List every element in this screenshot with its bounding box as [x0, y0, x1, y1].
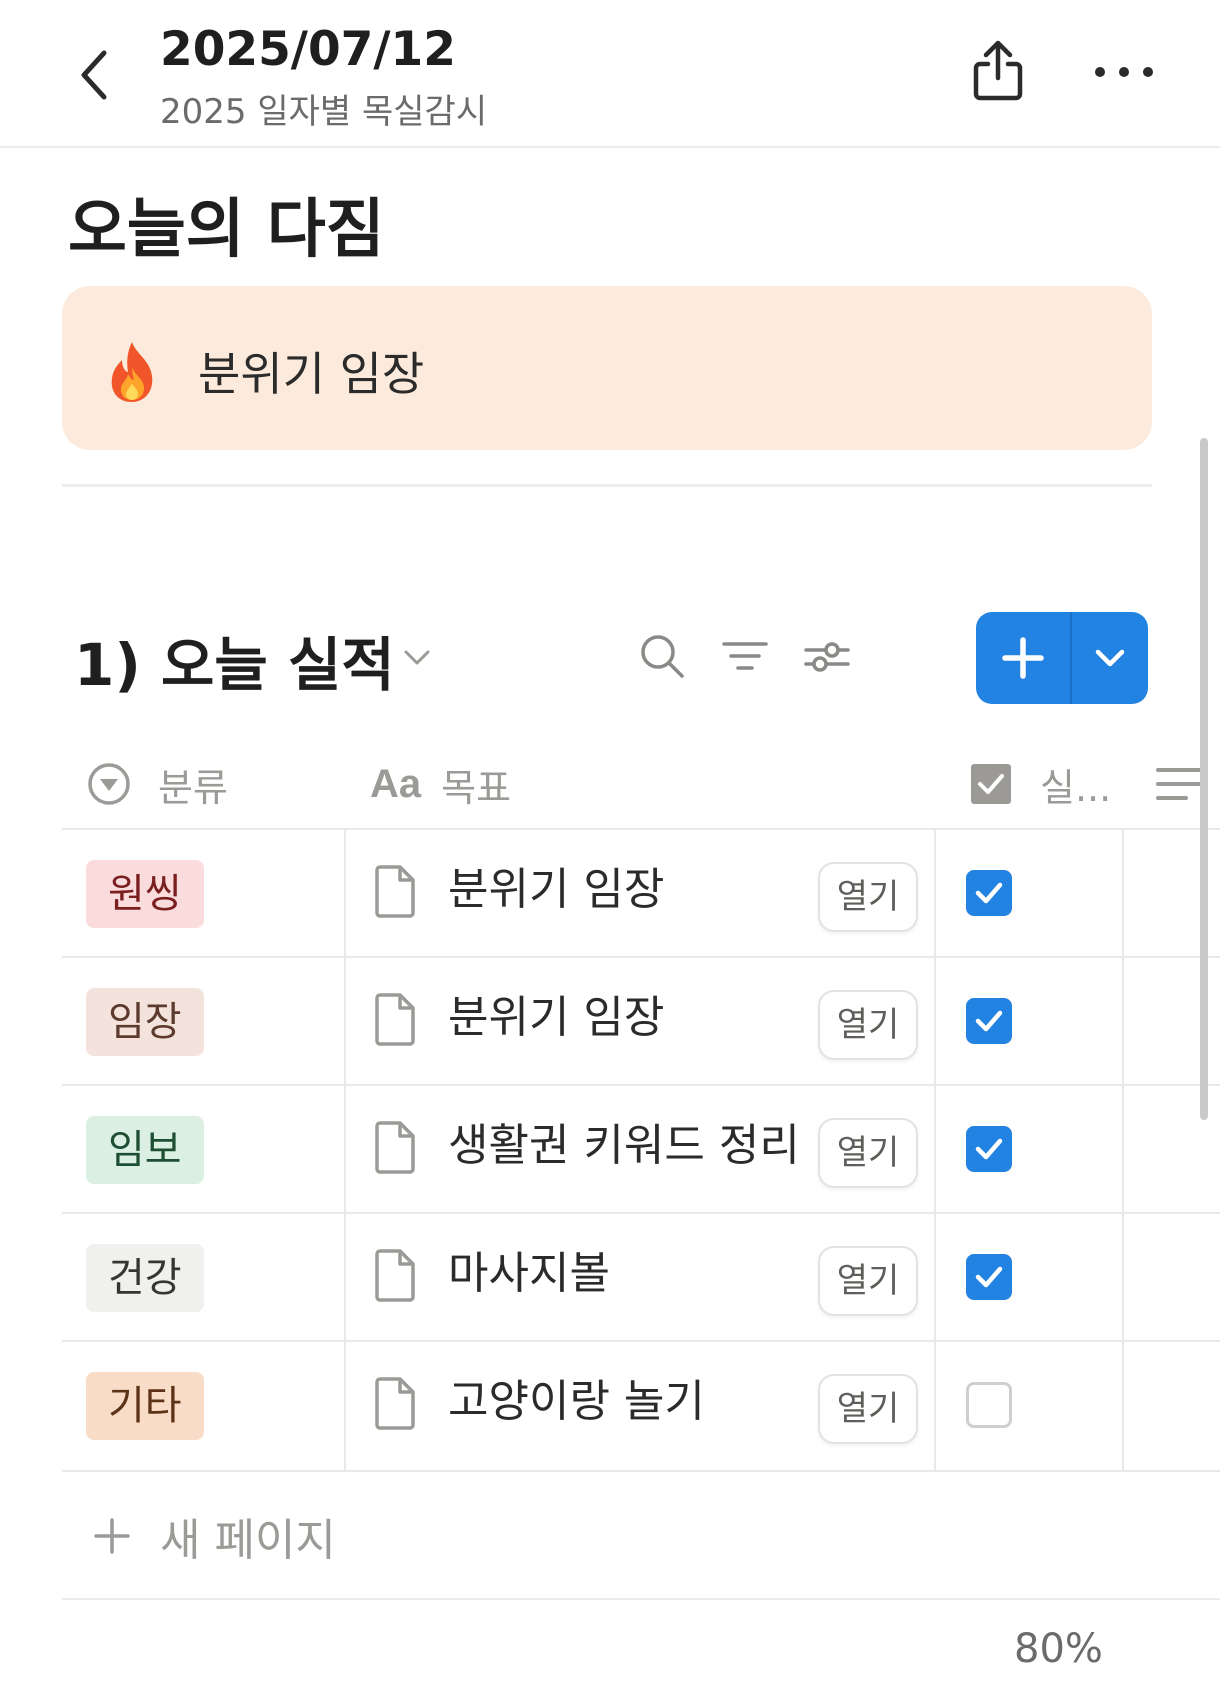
filter-icon — [722, 642, 768, 670]
share-button[interactable] — [968, 38, 1028, 104]
new-record-template-dropdown[interactable] — [1072, 612, 1148, 704]
table-row[interactable]: 임장 분위기 임장 열기 — [62, 956, 1220, 1084]
category-tag[interactable]: 건강 — [86, 1244, 204, 1312]
callout-text: 분위기 임장 — [198, 347, 425, 401]
sliders-icon — [804, 642, 850, 672]
table-bottom-border — [62, 1470, 1220, 1472]
document-icon — [374, 992, 416, 1046]
goal-title[interactable]: 마사지볼 — [448, 1244, 610, 1304]
table-row[interactable]: 기타 고양이랑 놀기 열기 — [62, 1340, 1220, 1468]
new-page-label: 새 페이지 — [160, 1515, 336, 1566]
new-record-button-group — [976, 612, 1148, 704]
share-icon — [973, 40, 1023, 101]
plus-icon — [94, 1518, 130, 1554]
column-label: 실... — [1040, 765, 1112, 810]
open-page-button[interactable]: 열기 — [818, 990, 918, 1060]
column-label: 목표 — [441, 765, 512, 810]
more-options-button[interactable] — [1092, 52, 1156, 92]
done-checkbox[interactable] — [966, 1126, 1012, 1172]
chevron-down-icon — [1095, 649, 1125, 667]
document-icon — [374, 1120, 416, 1174]
view-settings-button[interactable] — [800, 630, 854, 684]
check-icon — [975, 882, 1003, 904]
open-page-button[interactable]: 열기 — [818, 1118, 918, 1188]
column-label: 분류 — [158, 765, 228, 810]
list-icon — [1156, 768, 1202, 800]
notion-page: 2025/07/12 2025 일자별 목실감시 오늘의 다짐 분위기 임장 1… — [0, 0, 1220, 1701]
section-heading: 오늘의 다짐 — [68, 193, 385, 267]
column-header-goal[interactable]: Aa 목표 — [370, 740, 511, 828]
document-icon — [374, 1376, 416, 1430]
plus-icon — [1002, 637, 1044, 679]
goal-title[interactable]: 분위기 임장 — [448, 860, 664, 920]
column-divider — [344, 828, 346, 1472]
category-tag[interactable]: 임장 — [86, 988, 204, 1056]
open-page-button[interactable]: 열기 — [818, 1246, 918, 1316]
checkbox-property-icon — [971, 764, 1011, 804]
goal-title[interactable]: 생활권 키워드 정리 — [448, 1116, 800, 1176]
done-checkbox[interactable] — [966, 1382, 1012, 1428]
database-title[interactable]: 1) 오늘 실적 — [74, 618, 395, 702]
check-icon — [975, 1266, 1003, 1288]
open-page-button[interactable]: 열기 — [818, 1374, 918, 1444]
document-icon — [374, 864, 416, 918]
callout-block[interactable]: 분위기 임장 — [62, 286, 1152, 450]
view-switch-button[interactable] — [400, 640, 434, 674]
column-header-category[interactable]: 분류 — [86, 740, 228, 828]
column-divider — [934, 828, 936, 1472]
scrollbar[interactable] — [1200, 438, 1208, 1120]
category-tag[interactable]: 원씽 — [86, 860, 204, 928]
document-icon — [374, 1248, 416, 1302]
column-header-more[interactable] — [1156, 740, 1202, 828]
chevron-left-icon — [81, 50, 107, 100]
page-date-title: 2025/07/12 — [160, 22, 456, 77]
done-checkbox[interactable] — [966, 998, 1012, 1044]
parent-page-breadcrumb[interactable]: 2025 일자별 목실감시 — [160, 84, 487, 133]
done-checkbox[interactable] — [966, 870, 1012, 916]
done-checkbox[interactable] — [966, 1254, 1012, 1300]
back-button[interactable] — [72, 45, 120, 105]
open-page-button[interactable]: 열기 — [818, 862, 918, 932]
new-page-button[interactable]: 새 페이지 — [92, 1506, 336, 1566]
more-horizontal-icon — [1095, 67, 1153, 77]
column-divider — [1122, 828, 1124, 1472]
check-icon — [975, 1138, 1003, 1160]
filter-button[interactable] — [718, 630, 772, 684]
category-tag[interactable]: 임보 — [86, 1116, 204, 1184]
chevron-down-icon — [404, 650, 430, 665]
title-property-icon: Aa — [370, 761, 422, 806]
table-row[interactable]: 건강 마사지볼 열기 — [62, 1212, 1220, 1340]
search-button[interactable] — [636, 630, 690, 684]
new-record-button[interactable] — [976, 612, 1070, 704]
select-property-icon — [88, 763, 130, 805]
search-icon — [641, 635, 684, 678]
divider — [62, 484, 1152, 487]
table-row[interactable]: 임보 생활권 키워드 정리 열기 — [62, 1084, 1220, 1212]
table-row[interactable]: 원씽 분위기 임장 열기 — [62, 828, 1220, 956]
calculation-divider — [62, 1598, 1220, 1600]
check-icon — [975, 1010, 1003, 1032]
percent-checked-calculation[interactable]: 80% — [1014, 1626, 1103, 1672]
top-bar: 2025/07/12 2025 일자별 목실감시 — [0, 0, 1220, 148]
goal-title[interactable]: 분위기 임장 — [448, 988, 664, 1048]
column-header-done[interactable]: 실... — [970, 740, 1111, 828]
goal-title[interactable]: 고양이랑 놀기 — [448, 1372, 705, 1432]
fire-icon — [102, 338, 162, 404]
category-tag[interactable]: 기타 — [86, 1372, 204, 1440]
